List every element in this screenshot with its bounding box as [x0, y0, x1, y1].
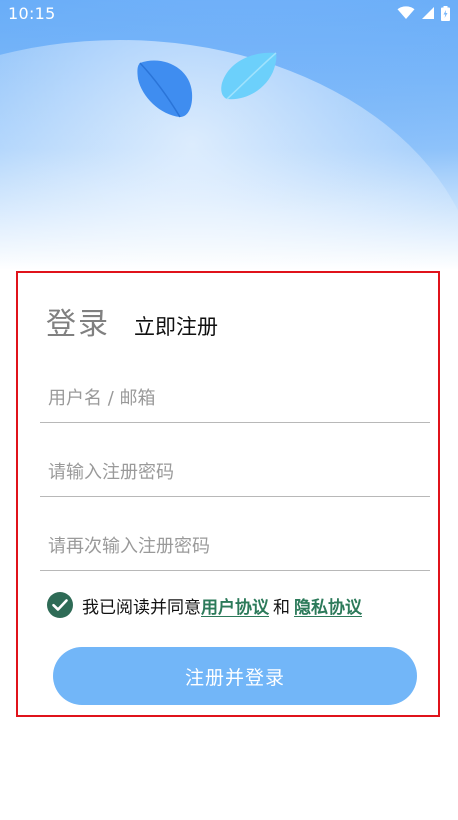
auth-tabs: 登录 立即注册: [46, 299, 218, 343]
status-time: 10:15: [8, 3, 56, 23]
register-login-button[interactable]: 注册并登录: [53, 647, 417, 705]
status-bar: 10:15: [0, 0, 458, 26]
username-field-wrapper: [40, 375, 430, 423]
leaves-illustration: [130, 45, 290, 125]
password-input[interactable]: [40, 449, 430, 495]
confirm-password-field-wrapper: [40, 523, 430, 571]
register-card: 登录 立即注册 我已阅读并同意 用户协议 和 隐私协议 注册并登录: [16, 271, 440, 717]
wifi-icon: [397, 6, 415, 20]
agreement-checkbox[interactable]: [46, 591, 74, 619]
user-agreement-link[interactable]: 用户协议: [201, 593, 269, 618]
confirm-password-input[interactable]: [40, 523, 430, 569]
username-input[interactable]: [40, 375, 430, 421]
password-field-wrapper: [40, 449, 430, 497]
battery-icon: [441, 5, 450, 21]
signal-icon: [421, 6, 435, 20]
privacy-policy-link[interactable]: 隐私协议: [294, 593, 362, 618]
status-icons: [397, 5, 450, 21]
agreement-row: 我已阅读并同意 用户协议 和 隐私协议: [46, 591, 362, 619]
tab-register[interactable]: 立即注册: [134, 311, 218, 341]
tab-login[interactable]: 登录: [46, 299, 110, 343]
check-circle-icon: [47, 592, 73, 618]
register-screen: 10:15 登录 立即注册 用户名 / 邮箱 我已阅读并同意 用户协议 和 隐私…: [0, 0, 458, 820]
agreement-prefix: 我已阅读并同意: [82, 597, 201, 618]
header-background: [0, 0, 458, 270]
agreement-and: 和: [273, 597, 290, 618]
